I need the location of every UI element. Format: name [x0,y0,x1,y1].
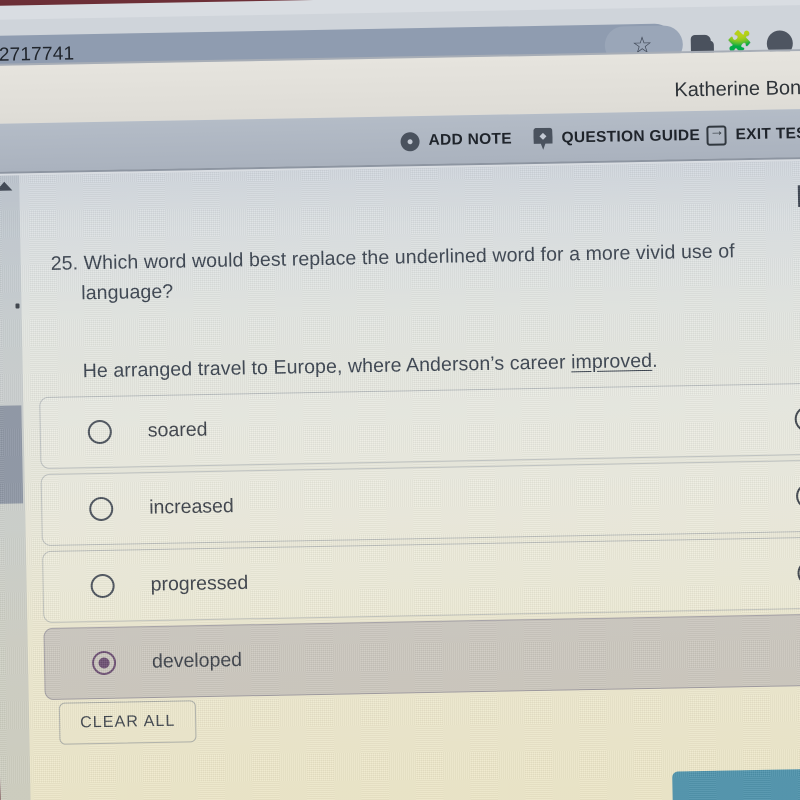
question-guide-button[interactable]: QUESTION GUIDE [533,123,700,152]
answer-options-list: soared increased progressed developed [39,382,800,705]
exit-test-button[interactable]: EXIT TEST [706,121,800,149]
vertical-scrollbar[interactable] [0,175,31,800]
add-note-label: ADD NOTE [428,130,513,149]
answer-option-label: soared [147,418,208,442]
answer-option-label: increased [149,495,234,519]
radio-dot [98,657,110,669]
add-note-button[interactable]: ADD NOTE [400,126,512,154]
flag-icon[interactable] [793,183,800,209]
user-name: Katherine Bonilla [674,76,800,102]
answer-option-row[interactable]: increased [40,459,800,547]
screen-surface: 2717741 ☆ 🧩 Katherine Bonilla ADD NOTE Q… [0,0,800,800]
question-block: 25. Which word would best replace the un… [50,236,752,387]
question-guide-icon [533,128,552,150]
answer-option-label: progressed [150,571,249,596]
next-button[interactable] [672,767,800,800]
photo-dust-speck [15,303,20,309]
exit-test-icon [706,125,727,146]
exit-test-label: EXIT TEST [735,124,800,144]
question-guide-label: QUESTION GUIDE [561,126,701,147]
answer-option-label: developed [151,648,243,673]
radio-button-selected[interactable] [91,650,117,676]
radio-button[interactable] [89,496,114,522]
clear-all-button[interactable]: CLEAR ALL [58,700,197,745]
question-passage: He arranged travel to Europe, where Ande… [52,344,752,387]
passage-text-before: He arranged travel to Europe, where Ande… [82,351,572,383]
scrollbar-thumb[interactable] [0,405,24,504]
radio-button[interactable] [90,573,115,599]
eliminate-icon[interactable] [795,482,800,510]
passage-text-after: . [651,349,658,372]
question-stem: 25. Which word would best replace the un… [50,240,735,305]
eliminate-icon[interactable] [794,405,800,433]
answer-option-row[interactable]: progressed [41,536,800,624]
photographed-screen: 2717741 ☆ 🧩 Katherine Bonilla ADD NOTE Q… [0,0,800,800]
radio-button[interactable] [87,419,113,445]
passage-underlined-word: improved [570,349,653,374]
add-note-icon [400,131,420,151]
answer-option-row[interactable]: soared [39,382,800,470]
answer-option-row-selected[interactable]: developed [43,613,800,701]
scroll-up-arrow-icon[interactable] [0,181,13,191]
question-content-area: 25. Which word would best replace the un… [0,160,800,800]
